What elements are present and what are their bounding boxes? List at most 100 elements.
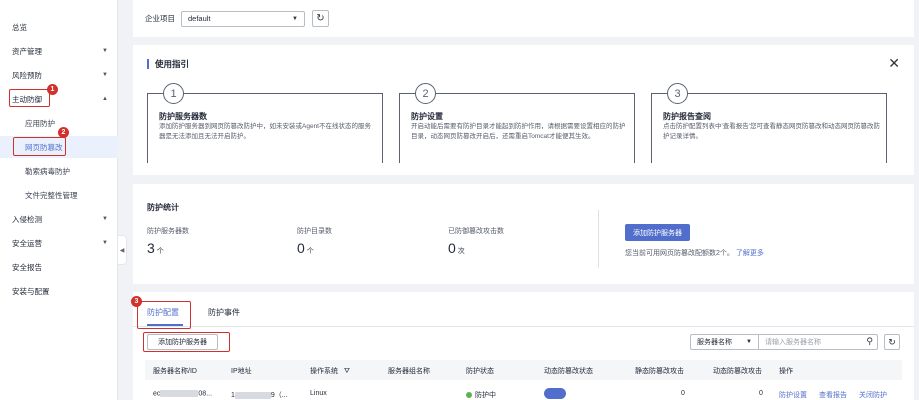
sidebar-item-reports[interactable]: 安全报告	[0, 256, 118, 278]
chevron-down-icon: ▼	[102, 48, 108, 54]
status-dot-icon	[466, 392, 472, 399]
marker-badge-1: 1	[47, 84, 58, 95]
caret-down-icon: ▼	[292, 15, 298, 22]
sidebar-item-overview[interactable]: 总览	[0, 16, 118, 38]
column-header: 操作系统 ⛛	[310, 368, 350, 375]
disable-protection-link[interactable]: 关闭防护	[859, 390, 887, 400]
sidebar-item-file-integrity[interactable]: 文件完整性管理	[0, 184, 118, 206]
sidebar-item-label: 安全运营	[12, 238, 42, 248]
column-header: 服务器组名称	[388, 368, 430, 375]
sidebar-item-install-config[interactable]: 安装与配置	[0, 280, 118, 302]
stat-directories: 防护目录数 0个	[297, 226, 332, 256]
tab-protection-events[interactable]: 防护事件	[208, 307, 240, 318]
column-header: IP地址	[231, 368, 252, 375]
sidebar-item-label: 勒索病毒防护	[25, 166, 70, 176]
stat-value: 0	[448, 240, 456, 256]
stat-value: 3	[147, 240, 155, 256]
sidebar-item-label: 安全报告	[12, 262, 42, 272]
stat-unit: 次	[457, 248, 465, 255]
view-report-link[interactable]: 查看报告	[819, 390, 847, 400]
search-field-select[interactable]: 服务器名称 ▼	[690, 334, 758, 350]
table-row: ec 08... 1 9（... Linux 防护中 0 0 防护设置 查看报告 关…	[145, 384, 902, 400]
sidebar-item-label: 安装与配置	[12, 286, 50, 296]
step-number: 1	[163, 83, 184, 104]
ip-address: 1 9（...	[231, 391, 288, 399]
sidebar-item-label: 入侵检测	[12, 214, 42, 224]
sidebar-item-active-defense[interactable]: 主动防御 ▲	[0, 88, 118, 110]
column-header: 防护状态	[466, 368, 494, 375]
table-refresh-button[interactable]: ↻	[884, 334, 900, 350]
guide-step-3: 3 防护报告查阅 点击防护配置列表中'查看报告'您可查看静态网页防篡改和动态网页…	[651, 83, 887, 167]
protection-status: 防护中	[466, 390, 496, 400]
sidebar-item-web-tamper[interactable]: 网页防篡改	[0, 136, 118, 158]
sidebar-collapse-handle[interactable]: ◀	[118, 235, 127, 265]
step-title: 防护服务器数	[159, 112, 207, 121]
step-number: 3	[667, 83, 688, 104]
column-header: 动态防篡改状态	[544, 368, 593, 375]
stat-label: 防护服务器数	[147, 228, 189, 235]
quota-text: 您当前可用网页防篡改配额数2个。 了解更多	[625, 248, 764, 258]
sidebar-item-label: 网页防篡改	[25, 142, 63, 152]
step-title: 防护设置	[411, 112, 443, 121]
chevron-down-icon: ▼	[102, 216, 108, 222]
tab-protection-config[interactable]: 防护配置	[147, 307, 179, 318]
project-select-value: default	[188, 14, 211, 23]
chevron-down-icon: ▼	[102, 72, 108, 78]
marker-badge-2: 2	[58, 127, 69, 138]
sidebar-item-label: 资产管理	[12, 46, 42, 56]
protection-settings-link[interactable]: 防护设置	[779, 390, 807, 400]
search-placeholder: 请输入服务器名称	[765, 339, 821, 346]
search-field-value: 服务器名称	[697, 339, 732, 346]
stat-attacks: 已防御篡改攻击数 0次	[448, 226, 504, 256]
sidebar-item-ransomware[interactable]: 勒索病毒防护	[0, 160, 118, 182]
stat-unit: 个	[156, 248, 164, 255]
search-icon[interactable]: ⚲	[866, 336, 873, 347]
server-name[interactable]: ec 08...	[153, 390, 212, 397]
quota-message: 您当前可用网页防篡改配额数2个。	[625, 250, 734, 257]
step-number: 2	[415, 83, 436, 104]
close-icon[interactable]: ✕	[888, 55, 900, 72]
stats-title: 防护统计	[147, 203, 179, 212]
sidebar-item-label: 文件完整性管理	[25, 190, 78, 200]
search-bar: 服务器名称 ▼ 请输入服务器名称 ⚲ ↻	[690, 334, 900, 350]
chevron-down-icon: ▼	[102, 240, 108, 246]
marker-badge-3: 3	[131, 296, 142, 307]
dynamic-tamper-toggle[interactable]	[544, 388, 566, 399]
sidebar-item-label: 风险预防	[12, 70, 42, 80]
filter-icon[interactable]: ⛛	[344, 368, 350, 375]
sidebar-item-label: 主动防御	[12, 94, 42, 104]
stat-unit: 个	[306, 248, 314, 255]
caret-down-icon: ▼	[746, 339, 752, 345]
stat-label: 防护目录数	[297, 228, 332, 235]
static-attacks: 0	[681, 390, 685, 397]
sidebar-item-risk-prevention[interactable]: 风险预防 ▼	[0, 64, 118, 86]
add-server-primary-button[interactable]: 添加防护服务器	[625, 224, 690, 241]
table-header: 服务器名称/ID IP地址 操作系统 ⛛ 服务器组名称 防护状态 动态防篡改状态…	[145, 360, 902, 380]
sidebar-item-assets[interactable]: 资产管理 ▼	[0, 40, 118, 62]
protection-stats: 防护统计 防护服务器数 3个 防护目录数 0个 已防御篡改攻击数 0次 添加防护…	[133, 184, 914, 284]
sidebar-item-operations[interactable]: 安全运营 ▼	[0, 232, 118, 254]
step-description: 点击防护配置列表中'查看报告'您可查看静态网页防篡改和动态网页防篡改防护记录详情…	[663, 123, 880, 140]
usage-guide: 使用指引 ✕ 1 防护服务器数 添加防护服务器到网页防篡改防护中，如未安装或Ag…	[133, 45, 914, 175]
column-header: 服务器名称/ID	[153, 368, 197, 375]
learn-more-link[interactable]: 了解更多	[736, 250, 764, 257]
step-title: 防护报告查阅	[663, 112, 711, 121]
column-header: 静态防篡改攻击	[635, 368, 684, 375]
search-input[interactable]: 请输入服务器名称 ⚲	[758, 334, 878, 350]
column-header: 动态防篡改攻击	[713, 368, 762, 375]
column-header: 操作	[779, 368, 793, 375]
project-select[interactable]: default ▼	[181, 10, 305, 27]
sidebar-item-label: 总览	[12, 22, 27, 32]
stat-label: 已防御篡改攻击数	[448, 228, 504, 235]
guide-step-2: 2 防护设置 开启动能后需要有防护目录才能起到防护作用，请根据需要设置相应的防护…	[399, 83, 635, 167]
project-bar: 企业项目 default ▼ ↻	[133, 0, 914, 37]
sidebar-item-intrusion[interactable]: 入侵检测 ▼	[0, 208, 118, 230]
refresh-button[interactable]: ↻	[312, 10, 329, 27]
guide-title: 使用指引	[147, 59, 189, 69]
step-description: 添加防护服务器到网页防篡改防护中，如未安装或Agent不在线状态的服务器是无法添…	[159, 123, 371, 140]
sidebar: 总览 资产管理 ▼ 风险预防 ▼ 主动防御 ▲ 应用防护 网页防篡改 勒索病毒防护 文…	[0, 0, 118, 400]
refresh-icon: ↻	[888, 336, 896, 347]
chevron-up-icon: ▲	[102, 96, 108, 102]
add-server-button[interactable]: 添加防护服务器	[147, 334, 218, 350]
stat-servers: 防护服务器数 3个	[147, 226, 189, 256]
